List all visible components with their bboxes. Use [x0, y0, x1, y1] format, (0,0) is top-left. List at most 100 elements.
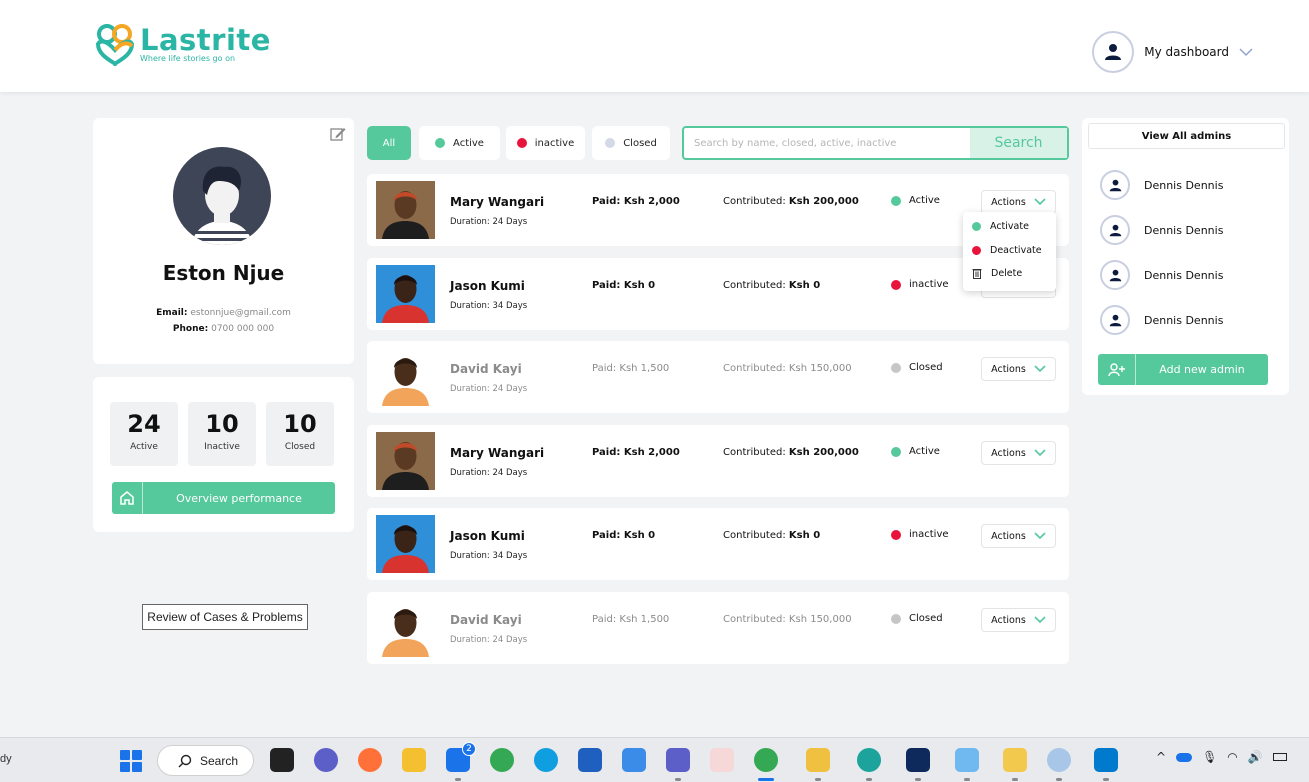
running-indicator [1012, 778, 1018, 781]
chevron-down-icon [1034, 198, 1046, 206]
chevron-up-icon[interactable]: ^ [1156, 750, 1166, 764]
contributed-value: Ksh 150,000 [788, 614, 852, 625]
contributed-value: Ksh 0 [788, 530, 821, 541]
case-row[interactable]: Jason Kumi Duration: 34 Days Paid: Ksh 0… [367, 508, 1069, 580]
add-new-admin-button[interactable]: Add new admin [1098, 354, 1268, 385]
status-dot-icon [891, 613, 901, 624]
contributed-amount: Contributed: Ksh 150,000 [723, 614, 852, 625]
status-badge: inactive [891, 279, 949, 290]
tooltip: Review of Cases & Problems [142, 604, 308, 630]
admin-list-item[interactable]: Dennis Dennis [1100, 260, 1223, 290]
filter-active[interactable]: Active [419, 126, 500, 160]
teamviewer-icon[interactable] [906, 748, 930, 772]
admin-list-item[interactable]: Dennis Dennis [1100, 170, 1223, 200]
case-row[interactable]: Mary Wangari Duration: 24 Days Paid: Ksh… [367, 425, 1069, 497]
person-name: Mary Wangari [450, 195, 545, 209]
user-menu[interactable]: My dashboard [1092, 31, 1253, 73]
status-label: Closed [909, 613, 943, 624]
red-dot-icon [972, 246, 981, 255]
profile-email: Email: estonnjue@gmail.com [93, 308, 354, 318]
admin-list-item[interactable]: Dennis Dennis [1100, 215, 1223, 245]
search-input[interactable] [684, 128, 970, 158]
overview-performance-button[interactable]: Overview performance [112, 482, 335, 514]
filter-label: Active [453, 137, 484, 149]
filter-label: inactive [534, 137, 575, 149]
chrome-icon[interactable] [490, 748, 514, 772]
firefox-icon[interactable] [358, 748, 382, 772]
edit-icon[interactable] [330, 126, 346, 142]
actions-button[interactable]: Actions [981, 524, 1056, 548]
battery-icon[interactable] [1272, 753, 1287, 761]
status-label: Active [909, 195, 940, 206]
status-dot-icon [891, 362, 901, 373]
search-button[interactable]: Search [970, 128, 1067, 158]
actions-button[interactable]: Actions [981, 441, 1056, 465]
store-icon[interactable] [578, 748, 602, 772]
vscode-icon[interactable] [1094, 748, 1118, 772]
status-dot-icon [891, 529, 901, 540]
filter-label: Closed [623, 137, 657, 149]
menu-item-label: Delete [991, 268, 1023, 279]
actions-button[interactable]: Actions [981, 190, 1056, 214]
contributed-value: Ksh 200,000 [788, 196, 859, 207]
logo[interactable]: Lastrite Where life stories go on [94, 22, 271, 69]
teams-icon[interactable] [666, 748, 690, 772]
admin-name: Dennis Dennis [1144, 313, 1224, 327]
filter-all[interactable]: All [367, 126, 411, 160]
actions-button[interactable]: Actions [981, 357, 1056, 381]
chat-icon[interactable] [314, 748, 338, 772]
system-tray[interactable]: ^ 🎙 ◠ 🔊 [1156, 750, 1287, 764]
mic-muted-icon[interactable]: 🎙 [1202, 750, 1217, 764]
status-label: Active [909, 446, 940, 457]
wifi-icon[interactable]: ◠ [1227, 750, 1237, 764]
file-explorer-icon[interactable] [402, 748, 426, 772]
view-all-admins-button[interactable]: View All admins [1088, 123, 1285, 149]
filter-inactive[interactable]: inactive [506, 126, 585, 160]
mail-badge: 2 [462, 742, 476, 756]
contributed-amount: Contributed: Ksh 200,000 [723, 447, 859, 458]
menu-item-activate[interactable]: Activate [972, 221, 1029, 232]
mail-icon[interactable]: 2 [446, 742, 476, 772]
active-app-indicator [758, 778, 774, 781]
user-avatar-icon [1100, 260, 1130, 290]
status-dot-icon [891, 195, 901, 206]
admin-list-item[interactable]: Dennis Dennis [1100, 305, 1223, 335]
email-value: estonnjue@gmail.com [190, 308, 291, 318]
gray-dot-icon [605, 138, 616, 148]
person-photo [376, 599, 435, 657]
duration: Duration: 24 Days [450, 468, 528, 478]
notepad-icon[interactable] [1003, 748, 1027, 772]
contributed-amount: Contributed: Ksh 0 [723, 280, 820, 291]
task-view-icon[interactable] [270, 748, 294, 772]
paid-amount: Paid: Ksh 2,000 [592, 447, 680, 458]
stats-card: 24 Active 10 Inactive 10 Closed Overview… [93, 377, 354, 532]
remote-desktop-icon[interactable] [955, 748, 979, 772]
edge-icon[interactable] [534, 748, 558, 772]
windows-start-icon[interactable] [120, 750, 142, 772]
case-row[interactable]: David Kayi Duration: 24 Days Paid: Ksh 1… [367, 341, 1069, 413]
app-icon[interactable] [710, 748, 734, 772]
network-app-icon[interactable] [857, 748, 881, 772]
green-dot-icon [435, 138, 446, 148]
filter-closed[interactable]: Closed [592, 126, 670, 160]
actions-button[interactable]: Actions [981, 608, 1056, 632]
onedrive-icon[interactable] [1176, 752, 1193, 762]
menu-item-delete[interactable]: Delete [972, 268, 1022, 279]
phone-value: 0700 000 000 [211, 324, 275, 334]
chrome-active-icon[interactable] [754, 748, 778, 772]
photos-icon[interactable] [622, 748, 646, 772]
paid-amount: Paid: Ksh 0 [592, 530, 656, 541]
volume-icon[interactable]: 🔊 [1248, 750, 1263, 764]
tool-icon[interactable] [806, 748, 830, 772]
paid-amount: Paid: Ksh 1,500 [592, 363, 670, 374]
trash-icon [972, 269, 982, 279]
settings-app-icon[interactable] [1047, 748, 1071, 772]
running-indicator [1056, 778, 1062, 781]
status-dot-icon [891, 446, 901, 457]
taskbar-search[interactable]: Search [157, 745, 254, 776]
overview-label: Overview performance [176, 491, 302, 505]
case-row[interactable]: David Kayi Duration: 24 Days Paid: Ksh 1… [367, 592, 1069, 664]
status-badge: Active [891, 195, 940, 206]
menu-item-deactivate[interactable]: Deactivate [972, 245, 1042, 256]
menu-item-label: Deactivate [990, 245, 1042, 256]
